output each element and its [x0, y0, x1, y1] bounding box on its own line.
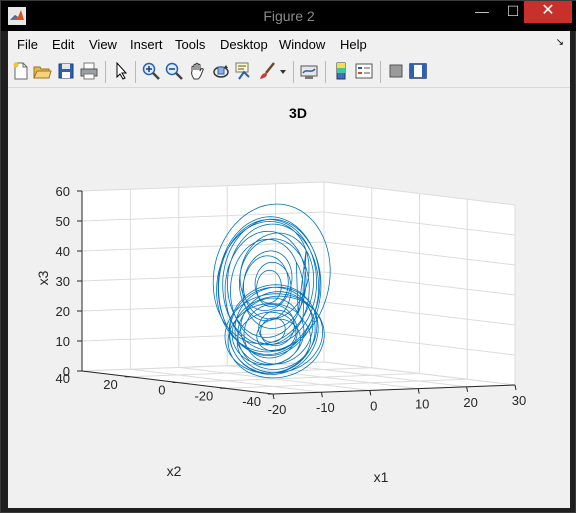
x-tick-label: 30 — [512, 393, 526, 408]
show-plot-tools-icon[interactable] — [408, 61, 428, 81]
axes-3d[interactable]: -20 -10 0 10 20 30-40-20020400102030405060 3D… — [8, 88, 570, 508]
z-tick-label: 60 — [56, 184, 70, 199]
toolbar-separator — [105, 61, 106, 83]
figure-canvas[interactable]: -20 -10 0 10 20 30 -40 -20 0 20 40 0 10 20 30 40 50 60 3D… — [8, 88, 570, 508]
menu-file[interactable]: File — [17, 37, 38, 52]
z-tick-label: 40 — [56, 244, 70, 259]
minimize-button[interactable]: — — [467, 1, 497, 23]
toolbar-separator — [325, 61, 326, 83]
menu-tools[interactable]: Tools — [175, 37, 205, 52]
z-tick-label: 50 — [56, 214, 70, 229]
y-tick-label: 0 — [158, 383, 165, 398]
x-tick-label: 0 — [370, 398, 377, 413]
brush-dropdown-icon[interactable] — [278, 61, 288, 81]
z-tick-label: 0 — [63, 364, 70, 379]
x-tick-mark — [417, 388, 420, 394]
x-tick-mark — [514, 384, 517, 391]
edit-plot-arrow-icon[interactable] — [111, 61, 131, 81]
y-tick-label: 20 — [103, 377, 117, 392]
zoom-in-icon[interactable] — [141, 61, 161, 81]
dock-arrow-icon[interactable]: ↘ — [556, 37, 564, 48]
pan-hand-icon[interactable] — [188, 61, 208, 81]
hide-plot-tools-icon[interactable] — [386, 61, 406, 81]
print-icon[interactable] — [79, 61, 99, 81]
new-figure-icon[interactable] — [11, 61, 31, 81]
brush-icon[interactable] — [257, 61, 277, 81]
x-tick-label: 20 — [463, 395, 477, 410]
y-axis-label: x2 — [167, 463, 182, 479]
z-tick-label: 20 — [56, 304, 70, 319]
toolbar-separator — [380, 61, 381, 83]
figure-window: Figure 2 — ☐ ✕ File Edit View Insert Too… — [0, 0, 576, 513]
menu-bar: File Edit View Insert Tools Desktop Wind… — [8, 31, 570, 58]
x-tick-mark — [369, 390, 372, 396]
menu-desktop[interactable]: Desktop — [220, 37, 268, 52]
rotate-3d-icon[interactable] — [211, 61, 231, 81]
y-tick-label: -40 — [242, 394, 261, 409]
data-cursor-icon[interactable] — [234, 61, 254, 81]
menu-insert[interactable]: Insert — [130, 37, 163, 52]
insert-colorbar-icon[interactable] — [331, 61, 351, 81]
link-plot-icon[interactable] — [299, 61, 319, 81]
y-tick-label: -20 — [194, 388, 213, 403]
menu-window[interactable]: Window — [279, 37, 325, 52]
zoom-out-icon[interactable] — [164, 61, 184, 81]
toolbar-separator — [293, 61, 294, 83]
z-tick-label: 30 — [56, 274, 70, 289]
x-tick-label: 10 — [415, 397, 429, 412]
open-file-icon[interactable] — [32, 61, 52, 81]
x-tick-label: -20 — [268, 402, 287, 417]
x-tick-mark — [272, 393, 275, 400]
toolbar-separator — [135, 61, 136, 83]
close-button[interactable]: ✕ — [524, 1, 572, 23]
x-tick-label: -10 — [316, 400, 335, 415]
x-axis-label: x1 — [374, 469, 389, 485]
chart-title: 3D — [289, 105, 307, 121]
save-icon[interactable] — [56, 61, 76, 81]
figure-toolbar — [8, 57, 570, 88]
menu-help[interactable]: Help — [340, 37, 367, 52]
z-axis-label: x3 — [35, 270, 51, 285]
menu-edit[interactable]: Edit — [52, 37, 74, 52]
x-tick-mark — [466, 386, 469, 392]
x-tick-mark — [320, 392, 323, 398]
z-tick-label: 10 — [56, 334, 70, 349]
menu-view[interactable]: View — [89, 37, 117, 52]
title-bar[interactable]: Figure 2 — ☐ ✕ — [1, 1, 576, 31]
insert-legend-icon[interactable] — [354, 61, 374, 81]
